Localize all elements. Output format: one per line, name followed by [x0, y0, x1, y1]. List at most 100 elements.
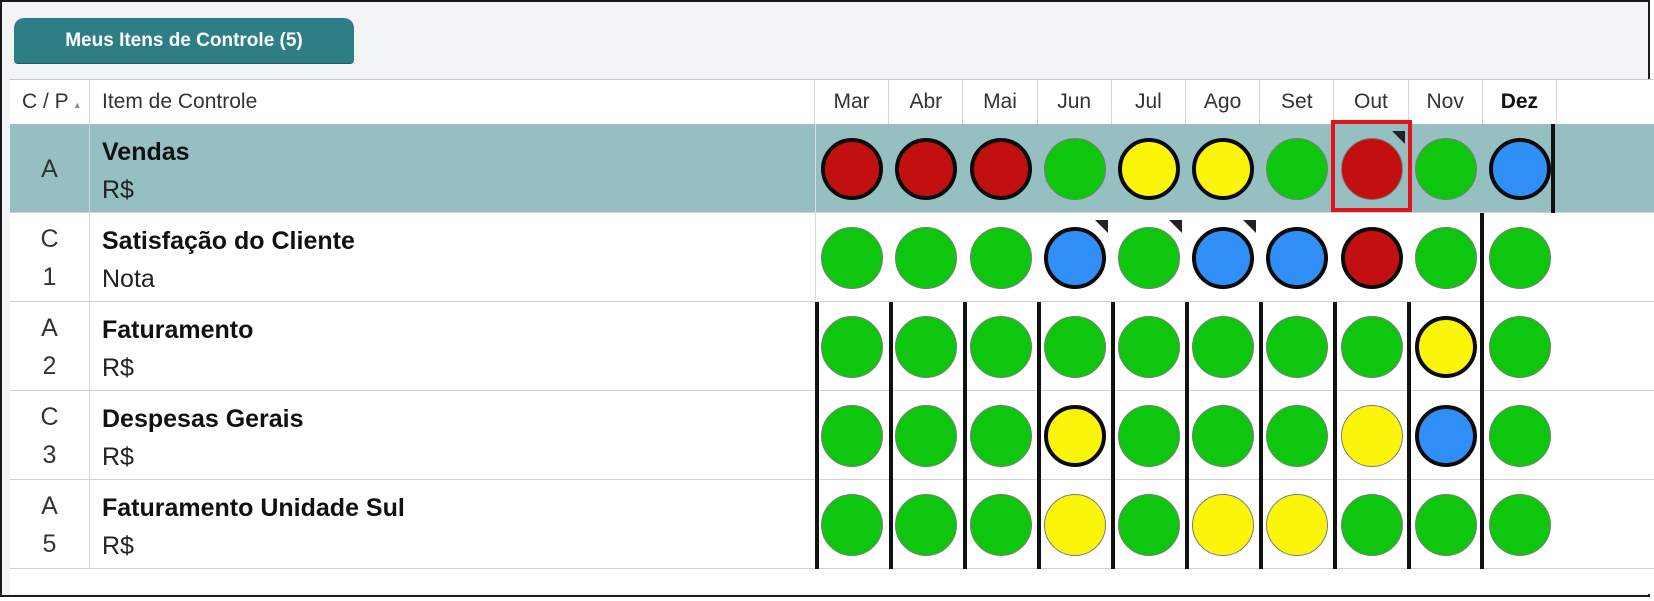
- comment-marker-icon: [1243, 220, 1257, 233]
- cell-border: [1259, 302, 1263, 569]
- status-dot-yellow[interactable]: [1043, 404, 1106, 467]
- item-cell[interactable]: Faturamento Unidade Sul R$: [102, 490, 405, 566]
- month-header-mar[interactable]: Mar: [815, 80, 890, 124]
- item-name: Despesas Gerais: [102, 405, 304, 433]
- status-dot-yellow[interactable]: [1043, 493, 1106, 556]
- status-dot-green[interactable]: [1488, 493, 1551, 556]
- status-dot-green[interactable]: [895, 315, 958, 378]
- month-header-set[interactable]: Set: [1260, 80, 1335, 124]
- status-dot-green[interactable]: [1117, 404, 1180, 467]
- cell-border: [1185, 302, 1189, 569]
- status-dot-green[interactable]: [1266, 137, 1329, 200]
- cp-number: 2: [42, 351, 57, 380]
- status-dot-yellow[interactable]: [1192, 137, 1255, 200]
- item-cell[interactable]: Despesas Gerais R$: [102, 401, 304, 477]
- item-column-header[interactable]: Item de Controle: [90, 80, 815, 124]
- status-dot-red[interactable]: [1340, 226, 1403, 289]
- grid-header: C / P ▴ Item de Controle Mar Abr Mai Jun Jul…: [10, 80, 1654, 125]
- status-dot-green[interactable]: [1414, 137, 1477, 200]
- item-unit: R$: [102, 354, 134, 382]
- status-dot-blue[interactable]: [1488, 137, 1551, 200]
- month-header-mai[interactable]: Mai: [963, 80, 1038, 124]
- item-header-label: Item de Controle: [102, 90, 258, 113]
- status-dot-green[interactable]: [895, 226, 958, 289]
- status-dot-green[interactable]: [1117, 315, 1180, 378]
- cp-number: 1: [42, 262, 57, 291]
- month-header-nov[interactable]: Nov: [1409, 80, 1483, 124]
- status-dot-green[interactable]: [821, 493, 884, 556]
- status-dot-green[interactable]: [1266, 315, 1329, 378]
- status-dot-green[interactable]: [1266, 404, 1329, 467]
- cp-column-header[interactable]: C / P ▴: [10, 80, 90, 124]
- cp-code: A: [41, 154, 58, 183]
- item-name: Satisfação do Cliente: [102, 227, 355, 255]
- item-cell[interactable]: Vendas R$: [102, 134, 190, 210]
- item-unit: R$: [102, 532, 134, 560]
- status-dot-green[interactable]: [1414, 226, 1477, 289]
- status-dot-green[interactable]: [1488, 404, 1551, 467]
- status-dot-green[interactable]: [969, 493, 1032, 556]
- cp-number: 3: [42, 440, 57, 469]
- column-divider: [815, 124, 816, 213]
- status-dot-blue[interactable]: [1043, 226, 1106, 289]
- status-dot-green[interactable]: [1192, 315, 1255, 378]
- status-dot-green[interactable]: [1488, 315, 1551, 378]
- status-dot-green[interactable]: [821, 226, 884, 289]
- status-dot-blue[interactable]: [1192, 226, 1255, 289]
- selected-cell-highlight: [1331, 120, 1412, 212]
- status-dot-red[interactable]: [895, 137, 958, 200]
- status-dot-green[interactable]: [895, 404, 958, 467]
- month-header-dez[interactable]: Dez: [1483, 80, 1557, 124]
- month-header-abr[interactable]: Abr: [889, 80, 964, 124]
- status-dot-yellow[interactable]: [1340, 404, 1403, 467]
- status-dot-yellow[interactable]: [1117, 137, 1180, 200]
- cp-number: 5: [42, 529, 57, 558]
- status-dot-green[interactable]: [1340, 493, 1403, 556]
- status-dot-green[interactable]: [821, 315, 884, 378]
- cp-header-label: C / P: [22, 90, 69, 113]
- status-dot-green[interactable]: [1043, 137, 1106, 200]
- item-name: Faturamento Unidade Sul: [102, 494, 405, 522]
- status-dot-green[interactable]: [821, 404, 884, 467]
- cp-code: A: [41, 313, 58, 342]
- cp-code: C: [40, 224, 59, 253]
- item-unit: R$: [102, 443, 134, 471]
- item-name: Faturamento: [102, 316, 254, 344]
- status-dot-blue[interactable]: [1414, 404, 1477, 467]
- status-dot-green[interactable]: [1117, 493, 1180, 556]
- month-header-jul[interactable]: Jul: [1112, 80, 1186, 124]
- status-dot-green[interactable]: [1192, 404, 1255, 467]
- status-dot-green[interactable]: [969, 315, 1032, 378]
- month-header-out[interactable]: Out: [1334, 80, 1409, 124]
- cell-border: [963, 302, 967, 569]
- status-dot-green[interactable]: [1117, 226, 1180, 289]
- cell-border: [1407, 302, 1411, 569]
- cell-border: [1480, 213, 1484, 569]
- sort-indicator-icon: ▴: [74, 99, 80, 111]
- status-dot-yellow[interactable]: [1266, 493, 1329, 556]
- status-dot-green[interactable]: [1414, 493, 1477, 556]
- status-dot-green[interactable]: [1340, 315, 1403, 378]
- cp-cell: A: [10, 124, 90, 213]
- status-dot-blue[interactable]: [1266, 226, 1329, 289]
- cp-cell: A5: [10, 480, 90, 569]
- status-dot-green[interactable]: [1488, 226, 1551, 289]
- item-cell[interactable]: Satisfação do Cliente Nota: [102, 223, 355, 299]
- my-control-items-tab[interactable]: Meus Itens de Controle (5): [14, 18, 354, 63]
- month-header-jun[interactable]: Jun: [1038, 80, 1112, 124]
- control-items-panel: Meus Itens de Controle (5) C / P ▴ Item …: [0, 0, 1654, 597]
- status-dot-green[interactable]: [969, 226, 1032, 289]
- status-dot-yellow[interactable]: [1414, 315, 1477, 378]
- status-dot-green[interactable]: [1043, 315, 1106, 378]
- comment-marker-icon: [1168, 220, 1182, 233]
- month-header-ago[interactable]: Ago: [1186, 80, 1261, 124]
- control-item-row[interactable]: C 1 Satisfação do Cliente Nota: [10, 213, 1654, 302]
- status-dot-red[interactable]: [969, 137, 1032, 200]
- status-dot-green[interactable]: [969, 404, 1032, 467]
- status-dot-yellow[interactable]: [1192, 493, 1255, 556]
- cell-border: [1333, 302, 1337, 569]
- status-dot-red[interactable]: [821, 137, 884, 200]
- status-dot-green[interactable]: [895, 493, 958, 556]
- item-cell[interactable]: Faturamento R$: [102, 312, 253, 388]
- item-unit: Nota: [102, 265, 155, 293]
